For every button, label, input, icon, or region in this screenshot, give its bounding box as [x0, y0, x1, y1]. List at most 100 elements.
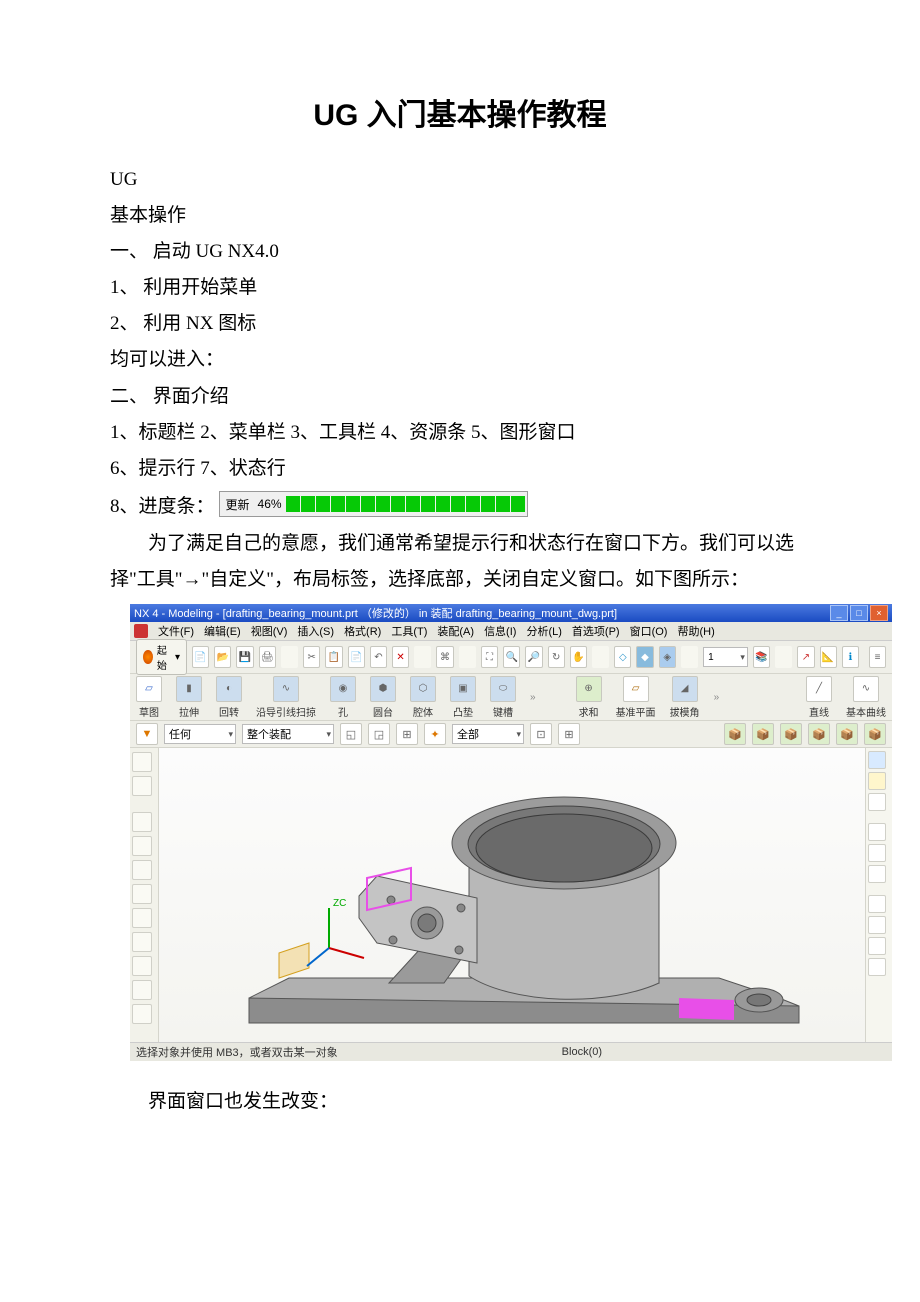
info-icon[interactable]: ℹ — [842, 646, 859, 668]
start-dropdown[interactable]: 起始 ▾ — [136, 639, 187, 675]
maximize-button[interactable]: □ — [850, 605, 868, 621]
resource-ie[interactable] — [868, 823, 886, 841]
undo-icon[interactable]: ↶ — [370, 646, 387, 668]
datum-plane-button[interactable]: ▱基准平面 — [616, 676, 656, 719]
print-icon[interactable]: 🖨 — [259, 646, 276, 668]
menu-format[interactable]: 格式(R) — [344, 623, 381, 639]
menu-info[interactable]: 信息(I) — [484, 623, 516, 639]
left-tool-rect[interactable] — [132, 932, 152, 952]
resource-roles[interactable] — [868, 844, 886, 862]
menu-edit[interactable]: 编辑(E) — [204, 623, 241, 639]
open-file-icon[interactable]: 📂 — [214, 646, 231, 668]
sel5-icon[interactable]: ⊡ — [530, 723, 552, 745]
left-tool-ellipse[interactable] — [132, 956, 152, 976]
menu-assembly[interactable]: 装配(A) — [437, 623, 474, 639]
filter-scope-select[interactable]: 整个装配 — [242, 724, 334, 744]
command-icon[interactable]: ⌘ — [436, 646, 453, 668]
basic-curve-button[interactable]: ∿基本曲线 — [846, 676, 886, 719]
extrude-button[interactable]: ▮拉伸 — [176, 676, 202, 719]
wireframe-icon[interactable]: ◇ — [614, 646, 631, 668]
separator — [281, 646, 298, 668]
resource-people[interactable] — [868, 937, 886, 955]
left-tool-2[interactable] — [132, 776, 152, 796]
sel2-icon[interactable]: ◲ — [368, 723, 390, 745]
menu-analysis[interactable]: 分析(L) — [526, 623, 561, 639]
ui-elements-1-5: 1、标题栏 2、菜单栏 3、工具栏 4、资源条 5、图形窗口 — [110, 415, 810, 451]
left-tool-trim[interactable] — [132, 1004, 152, 1024]
left-tool-1[interactable] — [132, 752, 152, 772]
resource-history[interactable] — [868, 793, 886, 811]
menu-window[interactable]: 窗口(O) — [630, 623, 668, 639]
zoom-icon[interactable]: 🔎 — [525, 646, 542, 668]
line-button[interactable]: ╱直线 — [806, 676, 832, 719]
sweep-button[interactable]: ∿沿导引线扫掠 — [256, 676, 316, 719]
left-tool-plus[interactable] — [132, 980, 152, 1000]
rotate-icon[interactable]: ↻ — [548, 646, 565, 668]
boss-button[interactable]: ⬢圆台 — [370, 676, 396, 719]
sketch-button[interactable]: ▱草图 — [136, 676, 162, 719]
left-tool-arc[interactable] — [132, 836, 152, 856]
left-tool-spline[interactable] — [132, 884, 152, 904]
layer-icon[interactable]: 📚 — [753, 646, 770, 668]
new-file-icon[interactable]: 📄 — [192, 646, 209, 668]
menu-tools[interactable]: 工具(T) — [391, 623, 427, 639]
line-ug: UG — [110, 162, 810, 198]
measure-icon[interactable]: 📐 — [820, 646, 837, 668]
resource-navigator[interactable] — [868, 751, 886, 769]
resource-part-nav[interactable] — [868, 772, 886, 790]
sel1-icon[interactable]: ◱ — [340, 723, 362, 745]
pad-button[interactable]: ▣凸垫 — [450, 676, 476, 719]
menu-view[interactable]: 视图(V) — [251, 623, 288, 639]
shaded-edges-icon[interactable]: ◈ — [659, 646, 676, 668]
toolbar-overflow-icon[interactable]: » — [530, 692, 536, 703]
filter-icon[interactable]: ▼ — [136, 723, 158, 745]
boss-icon: ⬢ — [370, 676, 396, 702]
asm4-icon[interactable]: 📦 — [808, 723, 830, 745]
asm3-icon[interactable]: 📦 — [780, 723, 802, 745]
sel3-icon[interactable]: ⊞ — [396, 723, 418, 745]
shaded-icon[interactable]: ◆ — [636, 646, 653, 668]
sel4-icon[interactable]: ✦ — [424, 723, 446, 745]
draft-button[interactable]: ◢拔模角 — [670, 676, 700, 719]
fit-icon[interactable]: ⛶ — [481, 646, 498, 668]
progress-prefix: 8、进度条： — [110, 491, 215, 518]
close-button[interactable]: × — [870, 605, 888, 621]
slot-button[interactable]: ⬭键槽 — [490, 676, 516, 719]
hole-button[interactable]: ◉孔 — [330, 676, 356, 719]
menu-file[interactable]: 文件(F) — [158, 623, 194, 639]
asm2-icon[interactable]: 📦 — [752, 723, 774, 745]
zoom-window-icon[interactable]: 🔍 — [503, 646, 520, 668]
resource-sheet[interactable] — [868, 916, 886, 934]
toolbar-overflow-icon[interactable]: » — [714, 692, 720, 703]
filter-type-select[interactable]: 任何 — [164, 724, 236, 744]
asm1-icon[interactable]: 📦 — [724, 723, 746, 745]
filter-all-select[interactable]: 全部 — [452, 724, 524, 744]
resource-clock[interactable] — [868, 895, 886, 913]
pan-icon[interactable]: ✋ — [570, 646, 587, 668]
save-icon[interactable]: 💾 — [236, 646, 253, 668]
graphics-viewport[interactable]: ZC — [159, 748, 865, 1042]
cut-icon[interactable]: ✂ — [303, 646, 320, 668]
curve-icon: ∿ — [853, 676, 879, 702]
delete-icon[interactable]: ✕ — [392, 646, 409, 668]
unite-button[interactable]: ⊕求和 — [576, 676, 602, 719]
chevron-down-icon: ▾ — [175, 652, 180, 663]
menu-insert[interactable]: 插入(S) — [297, 623, 334, 639]
left-tool-line[interactable] — [132, 812, 152, 832]
resource-palette[interactable] — [868, 958, 886, 976]
copy-icon[interactable]: 📋 — [325, 646, 342, 668]
left-tool-point[interactable] — [132, 908, 152, 928]
pocket-button[interactable]: ⬡腔体 — [410, 676, 436, 719]
asm5-icon[interactable]: 📦 — [836, 723, 858, 745]
minimize-button[interactable]: _ — [830, 605, 848, 621]
revolve-button[interactable]: ◐回转 — [216, 676, 242, 719]
menu-help[interactable]: 帮助(H) — [677, 623, 714, 639]
wcs-icon[interactable]: ↗ — [797, 646, 814, 668]
paste-icon[interactable]: 📄 — [348, 646, 365, 668]
asm6-icon[interactable]: 📦 — [864, 723, 886, 745]
resource-help[interactable] — [868, 865, 886, 883]
menu-prefs[interactable]: 首选项(P) — [572, 623, 620, 639]
toolbar-overflow-icon[interactable]: ≡ — [869, 646, 886, 668]
left-tool-circle[interactable] — [132, 860, 152, 880]
sel6-icon[interactable]: ⊞ — [558, 723, 580, 745]
